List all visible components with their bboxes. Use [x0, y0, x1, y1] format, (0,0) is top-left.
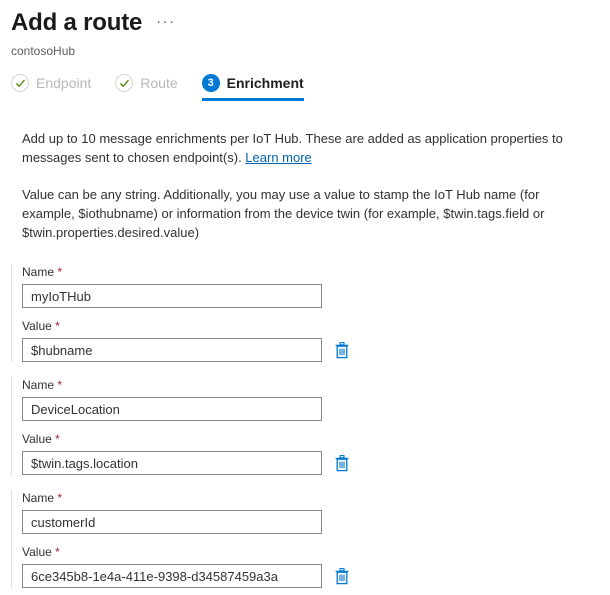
- name-field-group: Name *: [22, 377, 610, 421]
- page-title: Add a route: [11, 9, 143, 36]
- value-field-group: Value *: [22, 431, 610, 475]
- enrichment-row: Name * Value *: [11, 264, 610, 362]
- more-options-icon[interactable]: ···: [156, 14, 176, 29]
- delete-enrichment-button[interactable]: [334, 341, 350, 359]
- value-label: Value *: [22, 318, 610, 334]
- description-paragraph-1: Add up to 10 message enrichments per IoT…: [22, 129, 582, 167]
- required-marker: *: [57, 265, 63, 279]
- enrichment-value-input[interactable]: [22, 338, 322, 362]
- value-label-text: Value: [22, 319, 52, 333]
- enrichment-name-input[interactable]: [22, 510, 322, 534]
- name-label: Name *: [22, 490, 610, 506]
- step-number-badge: 3: [201, 74, 220, 92]
- value-label-text: Value: [22, 432, 52, 446]
- tab-endpoint[interactable]: Endpoint: [11, 74, 103, 101]
- trash-icon: [335, 341, 349, 358]
- required-marker: *: [57, 378, 63, 392]
- trash-icon: [335, 454, 349, 471]
- learn-more-link[interactable]: Learn more: [245, 150, 311, 165]
- name-input-row: [22, 397, 610, 421]
- enrichment-name-input[interactable]: [22, 397, 322, 421]
- value-label-text: Value: [22, 545, 52, 559]
- check-circle-icon: [11, 74, 29, 92]
- required-marker: *: [57, 491, 63, 505]
- name-label: Name *: [22, 377, 610, 393]
- tab-route-label: Route: [140, 75, 178, 91]
- page-subtitle: contosoHub: [11, 44, 76, 58]
- tab-endpoint-label: Endpoint: [36, 75, 92, 91]
- name-input-row: [22, 510, 610, 534]
- name-label-text: Name: [22, 265, 55, 279]
- delete-enrichment-button[interactable]: [334, 454, 350, 472]
- enrichment-value-input[interactable]: [22, 451, 322, 475]
- required-marker: *: [55, 545, 60, 559]
- value-label: Value *: [22, 431, 610, 447]
- value-field-group: Value *: [22, 318, 610, 362]
- value-input-row: [22, 451, 610, 475]
- name-label: Name *: [22, 264, 610, 280]
- check-circle-icon: [115, 74, 134, 92]
- tab-enrichment[interactable]: 3 Enrichment: [201, 74, 316, 101]
- delete-enrichment-button[interactable]: [334, 567, 350, 585]
- name-label-text: Name: [22, 491, 55, 505]
- enrichment-name-input[interactable]: [22, 284, 322, 308]
- page-header: Add a route ··· contosoHub: [0, 0, 610, 59]
- name-label-text: Name: [22, 378, 55, 392]
- name-field-group: Name *: [22, 264, 610, 308]
- tab-route[interactable]: Route: [115, 74, 189, 101]
- description-section: Add up to 10 message enrichments per IoT…: [0, 129, 610, 242]
- value-field-group: Value *: [22, 544, 610, 588]
- wizard-tabs: Endpoint Route 3 Enrichment: [0, 74, 610, 101]
- required-marker: *: [55, 319, 60, 333]
- enrichment-row: Name * Value *: [11, 377, 610, 475]
- name-field-group: Name *: [22, 490, 610, 534]
- enrichment-value-input[interactable]: [22, 564, 322, 588]
- title-row: Add a route ···: [11, 8, 610, 38]
- trash-icon: [335, 567, 349, 584]
- enrichment-row: Name * Value *: [11, 490, 610, 588]
- tab-enrichment-label: Enrichment: [226, 75, 304, 91]
- enrichment-list: Name * Value *: [0, 264, 610, 588]
- name-input-row: [22, 284, 610, 308]
- value-input-row: [22, 338, 610, 362]
- required-marker: *: [55, 432, 60, 446]
- value-label: Value *: [22, 544, 610, 560]
- value-input-row: [22, 564, 610, 588]
- description-paragraph-2: Value can be any string. Additionally, y…: [22, 187, 545, 240]
